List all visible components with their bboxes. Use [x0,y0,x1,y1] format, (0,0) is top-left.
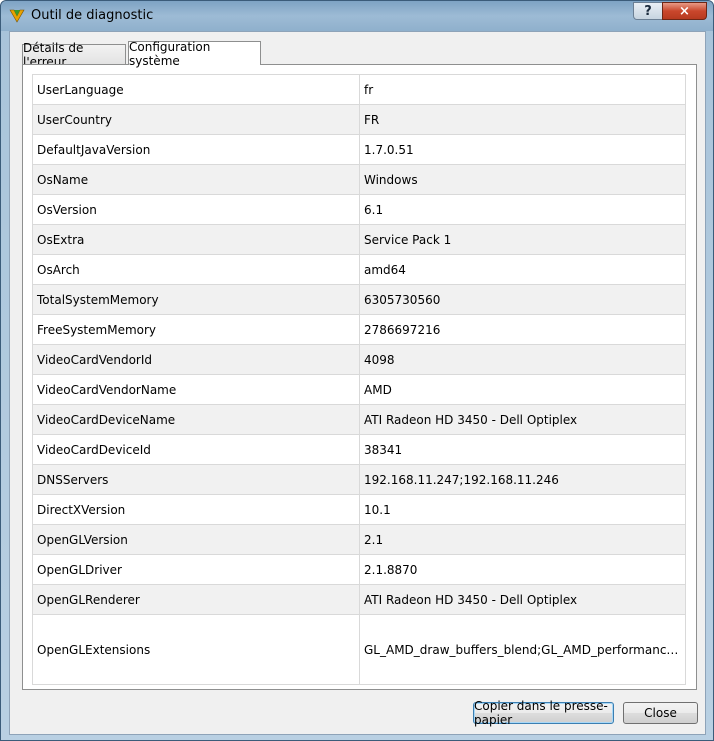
property-name-cell: VideoCardVendorId [32,344,360,375]
property-name-cell: DirectXVersion [32,494,360,525]
tab-error-details[interactable]: Détails de l'erreur [22,41,126,69]
property-value-cell: 38341 [359,434,686,465]
property-value-cell: 2.1 [359,524,686,555]
table-row: OpenGLDriver 2.1.8870 [32,554,686,585]
property-name-cell: VideoCardDeviceId [32,434,360,465]
property-value-cell: ATI Radeon HD 3450 - Dell Optiplex [359,404,686,435]
dialog-window: Outil de diagnostic ? × Détails de l'err… [0,0,714,741]
title-bar[interactable]: Outil de diagnostic ? × [1,1,713,31]
property-name-cell: UserCountry [32,104,360,135]
copy-to-clipboard-button[interactable]: Copier dans le presse-papier [473,699,614,727]
table-row: OsName Windows [32,164,686,195]
property-name-cell: UserLanguage [32,74,360,105]
table-row: OpenGLVersion 2.1 [32,524,686,555]
property-name-cell: OsArch [32,254,360,285]
table-row: DirectXVersion 10.1 [32,494,686,525]
property-value-cell: 192.168.11.247;192.168.11.246 [359,464,686,495]
property-value-cell: 4098 [359,344,686,375]
property-name-cell: OsExtra [32,224,360,255]
property-name-cell: DefaultJavaVersion [32,134,360,165]
table-row: DefaultJavaVersion 1.7.0.51 [32,134,686,165]
table-row: OpenGLRenderer ATI Radeon HD 3450 - Dell … [32,584,686,615]
property-value-cell: 10.1 [359,494,686,525]
table-row: TotalSystemMemory 6305730560 [32,284,686,315]
system-configuration-panel: UserLanguage fr UserCountry FR DefaultJavaVe… [22,64,697,690]
property-name-cell: VideoCardVendorName [32,374,360,405]
property-value-cell: 6.1 [359,194,686,225]
property-value-cell: amd64 [359,254,686,285]
help-button[interactable]: ? [633,2,663,20]
table-row: VideoCardDeviceName ATI Radeon HD 3450 - … [32,404,686,435]
table-row: OsExtra Service Pack 1 [32,224,686,255]
property-name-cell: OsName [32,164,360,195]
property-name-cell: VideoCardDeviceName [32,404,360,435]
property-value-cell: Windows [359,164,686,195]
table-row: FreeSystemMemory 2786697216 [32,314,686,345]
window-close-button[interactable]: × [662,2,707,20]
property-value-cell: AMD [359,374,686,405]
system-info-table: UserLanguage fr UserCountry FR DefaultJavaVe… [32,74,686,685]
table-row: VideoCardVendorId 4098 [32,344,686,375]
dialog-client-area: Détails de l'erreur Configuration systèm… [9,31,706,735]
table-row: UserCountry FR [32,104,686,135]
property-value-cell: ATI Radeon HD 3450 - Dell Optiplex [359,584,686,615]
window-title: Outil de diagnostic [31,8,154,23]
table-row: OsArch amd64 [32,254,686,285]
property-name-cell: OpenGLExtensions [32,614,360,685]
property-value-cell: 2786697216 [359,314,686,345]
property-value-cell: 6305730560 [359,284,686,315]
property-name-cell: OpenGLDriver [32,554,360,585]
close-button[interactable]: Close [623,702,698,724]
property-value-cell: GL_AMD_draw_buffers_blend;GL_AMD_perform… [359,614,686,685]
property-value-cell: FR [359,104,686,135]
property-value-cell: Service Pack 1 [359,224,686,255]
table-row: VideoCardDeviceId 38341 [32,434,686,465]
tab-system-configuration[interactable]: Configuration système [128,40,261,68]
property-name-cell: TotalSystemMemory [32,284,360,315]
table-row: OpenGLExtensions GL_AMD_draw_buffers_blen… [32,614,686,685]
table-row: DNSServers 192.168.11.247;192.168.11.246 [32,464,686,495]
property-value-cell: fr [359,74,686,105]
property-name-cell: OpenGLRenderer [32,584,360,615]
property-name-cell: OsVersion [32,194,360,225]
table-row: VideoCardVendorName AMD [32,374,686,405]
property-name-cell: FreeSystemMemory [32,314,360,345]
table-row: UserLanguage fr [32,74,686,105]
app-logo-icon [9,9,25,23]
property-name-cell: DNSServers [32,464,360,495]
table-row: OsVersion 6.1 [32,194,686,225]
property-value-cell: 2.1.8870 [359,554,686,585]
property-name-cell: OpenGLVersion [32,524,360,555]
property-value-cell: 1.7.0.51 [359,134,686,165]
